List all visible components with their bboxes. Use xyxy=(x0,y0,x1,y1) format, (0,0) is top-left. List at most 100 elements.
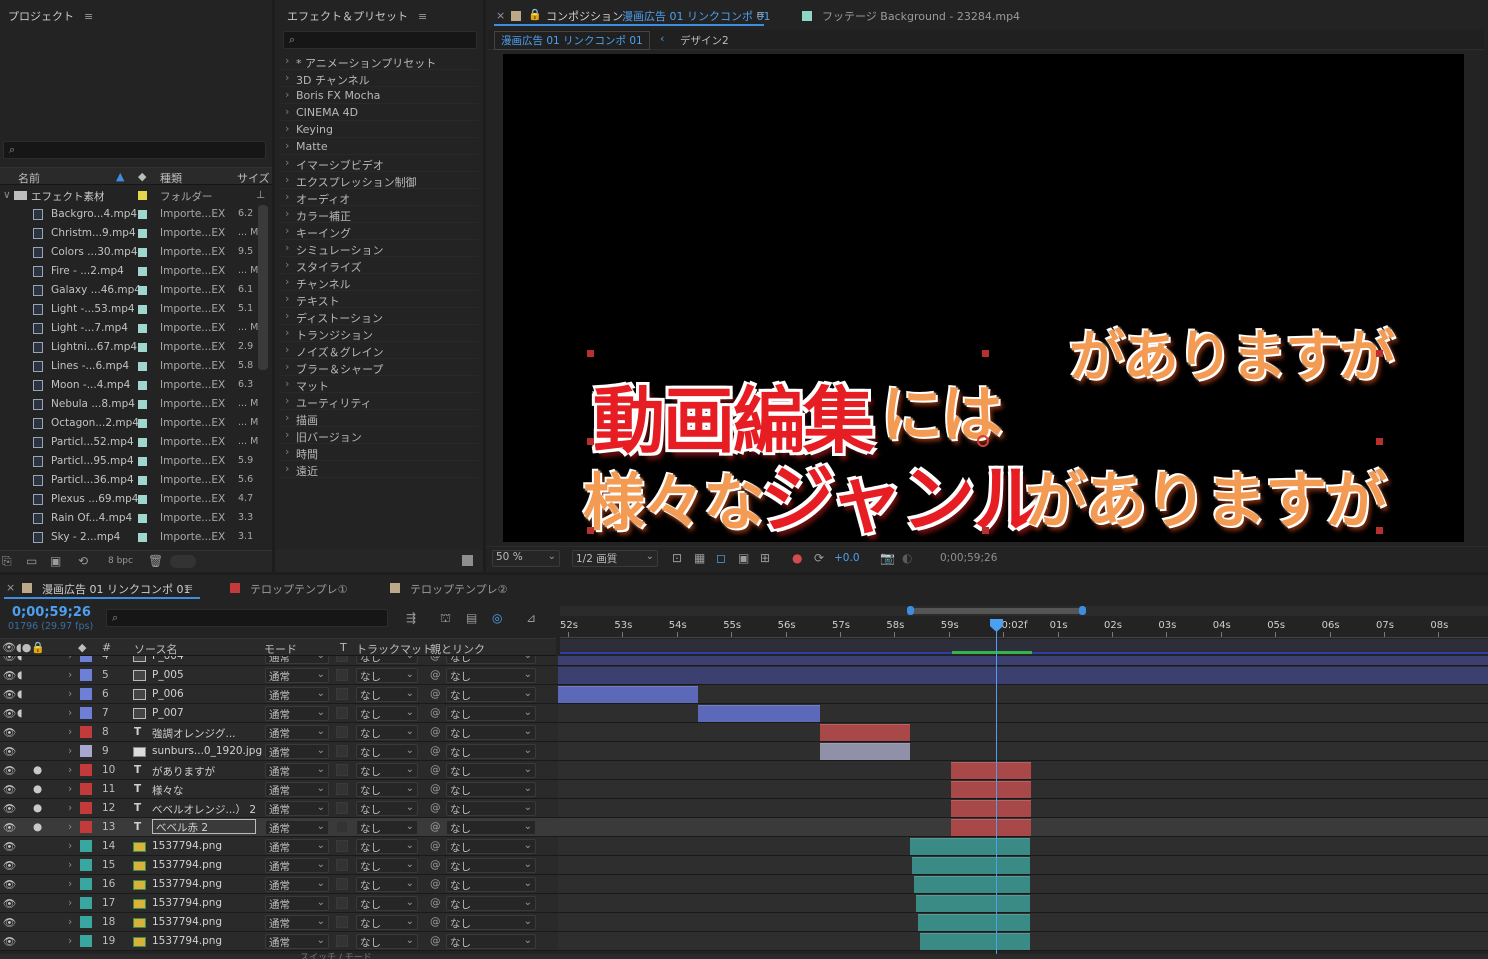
track-matte-dropdown[interactable]: なし⌄ xyxy=(356,687,418,702)
comp-flowchart-icon[interactable]: ⇶ xyxy=(406,611,416,625)
track-matte-dropdown[interactable]: なし⌄ xyxy=(356,858,418,873)
region-of-interest-icon[interactable]: ▣ xyxy=(738,551,749,565)
layer-row[interactable]: 👁 ◖ › 6 P_006 通常 ⌄ なし ⌄ @ なし ⌄ xyxy=(0,685,1488,704)
blend-mode-dropdown[interactable]: 通常⌄ xyxy=(265,896,329,911)
frame-blending-icon[interactable]: ▤ xyxy=(466,611,477,625)
resolution-dropdown[interactable]: 1/2 画質 ⌄ xyxy=(572,550,658,567)
chevron-right-icon[interactable]: › xyxy=(285,428,289,441)
expand-chevron-icon[interactable]: › xyxy=(68,688,72,700)
chevron-right-icon[interactable]: › xyxy=(285,207,289,220)
label-swatch[interactable] xyxy=(138,324,147,333)
layer-label-swatch[interactable] xyxy=(80,688,92,700)
expand-chevron-icon[interactable]: › xyxy=(68,916,72,928)
parent-dropdown[interactable]: なし⌄ xyxy=(446,744,536,759)
transform-handle[interactable] xyxy=(1376,350,1383,357)
chevron-right-icon[interactable]: › xyxy=(285,173,289,186)
layer-label-swatch[interactable] xyxy=(80,707,92,719)
track-background[interactable] xyxy=(558,723,1488,741)
blend-mode-dropdown[interactable]: 通常⌄ xyxy=(265,915,329,930)
effect-category[interactable]: › Keying xyxy=(279,121,479,138)
effect-category[interactable]: › キーイング xyxy=(279,223,479,240)
new-folder-icon[interactable]: ▭ xyxy=(26,554,37,568)
eye-icon[interactable]: 👁 xyxy=(3,859,16,872)
blend-mode-dropdown[interactable]: 通常⌄ xyxy=(265,934,329,949)
transform-handle[interactable] xyxy=(587,438,594,445)
expand-chevron-icon[interactable]: › xyxy=(68,802,72,814)
label-swatch[interactable] xyxy=(138,438,147,447)
expand-chevron-icon[interactable]: › xyxy=(68,726,72,738)
work-area-bar[interactable] xyxy=(560,606,1488,616)
pickwhip-icon[interactable]: @ xyxy=(430,840,441,852)
expand-chevron-icon[interactable]: › xyxy=(68,656,72,662)
project-item[interactable]: Galaxy ...46.mp4 Importe...EX 6.1 xyxy=(0,281,270,300)
track-matte-dropdown[interactable]: なし⌄ xyxy=(356,839,418,854)
label-swatch[interactable] xyxy=(138,495,147,504)
preserve-transparency-checkbox[interactable] xyxy=(336,840,348,852)
project-item[interactable]: Lightni...67.mp4 Importe...EX 2.9 xyxy=(0,338,270,357)
expand-chevron-icon[interactable]: › xyxy=(68,821,72,833)
layer-label-swatch[interactable] xyxy=(80,916,92,928)
blend-mode-dropdown[interactable]: 通常⌄ xyxy=(265,656,329,664)
expand-chevron-icon[interactable]: › xyxy=(68,764,72,776)
effect-category[interactable]: › CINEMA 4D xyxy=(279,104,479,121)
parent-dropdown[interactable]: なし⌄ xyxy=(446,839,536,854)
pickwhip-icon[interactable]: @ xyxy=(430,726,441,738)
track-matte-dropdown[interactable]: なし⌄ xyxy=(356,896,418,911)
blend-mode-dropdown[interactable]: 通常⌄ xyxy=(265,725,329,740)
preserve-transparency-checkbox[interactable] xyxy=(336,802,348,814)
parent-dropdown[interactable]: なし⌄ xyxy=(446,934,536,949)
chevron-right-icon[interactable]: › xyxy=(285,105,289,118)
track-matte-dropdown[interactable]: なし⌄ xyxy=(356,744,418,759)
blend-mode-dropdown[interactable]: 通常⌄ xyxy=(265,668,329,683)
transform-handle[interactable] xyxy=(1376,438,1383,445)
label-swatch[interactable] xyxy=(138,248,147,257)
label-swatch[interactable] xyxy=(138,343,147,352)
expand-chevron-icon[interactable]: › xyxy=(68,859,72,871)
label-swatch[interactable] xyxy=(138,419,147,428)
chevron-right-icon[interactable]: › xyxy=(285,462,289,475)
layer-label-swatch[interactable] xyxy=(80,745,92,757)
pickwhip-icon[interactable]: @ xyxy=(430,783,441,795)
eye-icon[interactable]: 👁 xyxy=(3,802,16,815)
breadcrumb-design[interactable]: デザイン2 xyxy=(680,33,729,48)
layer-row[interactable]: 👁 ◖ › 5 P_005 通常 ⌄ なし ⌄ @ なし ⌄ xyxy=(0,666,1488,685)
project-item[interactable]: Nebula ...8.mp4 Importe...EX ... M xyxy=(0,395,270,414)
effect-category[interactable]: › ユーティリティ xyxy=(279,393,479,410)
caption-top-right[interactable]: がありますが xyxy=(1069,312,1395,393)
layer-row[interactable]: 👁 ● › 11 T 様々な 通常 ⌄ なし ⌄ @ なし ⌄ xyxy=(0,780,1488,799)
layer-row[interactable]: 👁 ● › 13 T べベル赤 2 通常 ⌄ なし ⌄ @ なし ⌄ xyxy=(0,818,1488,837)
label-swatch[interactable] xyxy=(138,476,147,485)
effect-category[interactable]: › 時間 xyxy=(279,444,479,461)
blend-mode-dropdown[interactable]: 通常⌄ xyxy=(265,877,329,892)
chevron-right-icon[interactable]: › xyxy=(285,292,289,305)
project-item[interactable]: Moon -...4.mp4 Importe...EX 6.3 xyxy=(0,376,270,395)
expand-chevron-icon[interactable]: › xyxy=(68,669,72,681)
effect-category[interactable]: › シミュレーション xyxy=(279,240,479,257)
parent-dropdown[interactable]: なし⌄ xyxy=(446,782,536,797)
layer-row[interactable]: 👁 › 17 1537794.png 通常 ⌄ なし ⌄ @ なし ⌄ xyxy=(0,894,1488,913)
pickwhip-icon[interactable]: @ xyxy=(430,859,441,871)
effect-category[interactable]: › マット xyxy=(279,376,479,393)
layer-label-swatch[interactable] xyxy=(80,783,92,795)
layer-row[interactable]: 👁 › 15 1537794.png 通常 ⌄ なし ⌄ @ なし ⌄ xyxy=(0,856,1488,875)
chevron-right-icon[interactable]: › xyxy=(285,241,289,254)
effect-category[interactable]: › オーディオ xyxy=(279,189,479,206)
label-swatch[interactable] xyxy=(138,286,147,295)
chevron-right-icon[interactable]: › xyxy=(285,88,289,101)
render-toggle[interactable] xyxy=(170,555,196,568)
chevron-right-icon[interactable]: › xyxy=(285,309,289,322)
close-tab-icon[interactable]: × xyxy=(6,581,15,594)
project-item[interactable]: Colors ...30.mp4 Importe...EX 9.5 xyxy=(0,243,270,262)
transform-handle[interactable] xyxy=(1376,527,1383,534)
pickwhip-icon[interactable]: @ xyxy=(430,897,441,909)
chevron-right-icon[interactable]: › xyxy=(285,71,289,84)
layer-duration-bar[interactable] xyxy=(558,667,1488,684)
trash-icon[interactable]: 🗑 xyxy=(148,554,163,568)
effect-category[interactable]: › ノイズ＆グレイン xyxy=(279,342,479,359)
pickwhip-icon[interactable]: @ xyxy=(430,821,441,833)
parent-dropdown[interactable]: なし⌄ xyxy=(446,706,536,721)
preserve-transparency-checkbox[interactable] xyxy=(336,783,348,795)
effect-category[interactable]: › Boris FX Mocha xyxy=(279,87,479,104)
layer-name[interactable]: 1537794.png xyxy=(152,897,222,909)
chevron-right-icon[interactable]: › xyxy=(285,360,289,373)
